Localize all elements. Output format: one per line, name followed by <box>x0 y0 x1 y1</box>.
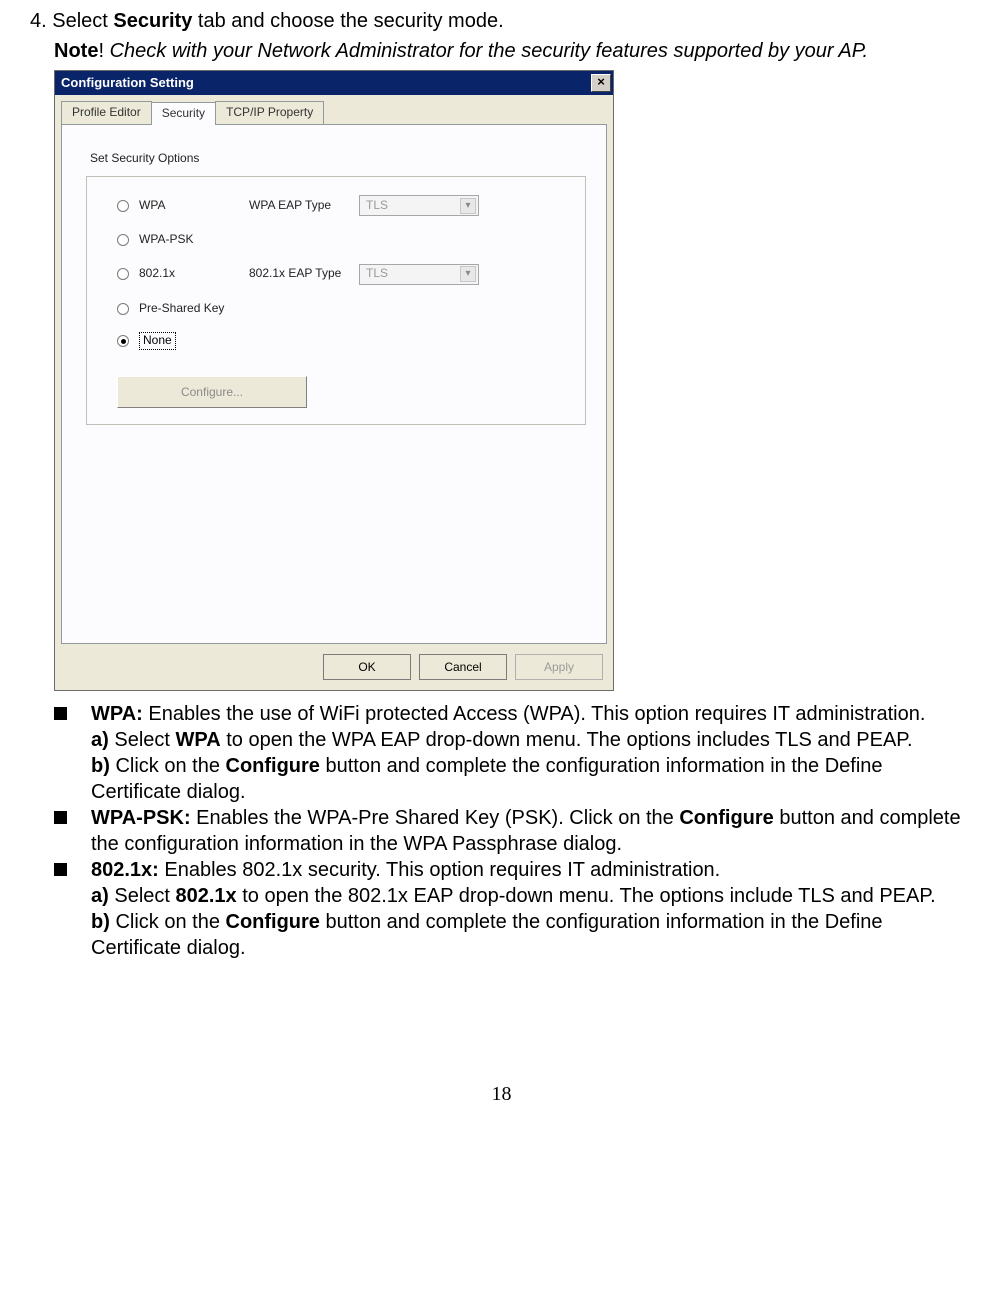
opt-label-none: None <box>139 332 176 350</box>
radio-none[interactable] <box>117 335 129 347</box>
square-bullet-icon <box>54 863 67 876</box>
bullet-wpapsk: WPA-PSK: Enables the WPA-Pre Shared Key … <box>54 805 973 857</box>
step-text-prefix: Select <box>52 10 113 32</box>
tab-strip: Profile Editor Security TCP/IP Property <box>61 101 607 124</box>
dialog-footer: OK Cancel Apply <box>55 644 613 690</box>
group-title: Set Security Options <box>90 151 586 167</box>
option-row-psk: Pre-Shared Key <box>117 301 575 317</box>
wpa-b-strong: Configure <box>226 755 320 777</box>
dialog-title: Configuration Setting <box>61 75 194 92</box>
dot1x-a-bold: a) <box>91 885 109 907</box>
bullet-8021x: 802.1x: Enables 802.1x security. This op… <box>54 857 973 961</box>
config-dialog: Configuration Setting × Profile Editor S… <box>54 70 614 691</box>
dot1x-a-strong: 802.1x <box>176 885 237 907</box>
opt-label-psk: Pre-Shared Key <box>139 301 224 317</box>
combo-wpa-eap[interactable]: TLS ▾ <box>359 195 479 216</box>
note-bold: Note <box>54 40 98 62</box>
option-row-wpa: WPA WPA EAP Type TLS ▾ <box>117 195 575 216</box>
wpapsk-pre: Enables the WPA-Pre Shared Key (PSK). Cl… <box>191 807 680 829</box>
chevron-down-icon: ▾ <box>460 266 476 282</box>
chevron-down-icon: ▾ <box>460 198 476 214</box>
square-bullet-icon <box>54 707 67 720</box>
tab-security[interactable]: Security <box>151 102 216 125</box>
wpa-b-bold: b) <box>91 755 110 777</box>
option-row-8021x: 802.1x 802.1x EAP Type TLS ▾ <box>117 264 575 285</box>
note-italic: Check with your Network Administrator fo… <box>110 40 868 62</box>
ok-button[interactable]: OK <box>323 654 411 680</box>
eap-label-wpa: WPA EAP Type <box>249 198 349 214</box>
opt-label-8021x: 802.1x <box>139 266 239 282</box>
page-number: 18 <box>30 1081 973 1107</box>
configure-button[interactable]: Configure... <box>117 376 307 408</box>
eap-label-8021x: 802.1x EAP Type <box>249 266 349 282</box>
step-4-note: Note! Check with your Network Administra… <box>54 38 973 64</box>
dot1x-b-bold: b) <box>91 911 110 933</box>
radio-wpa[interactable] <box>117 200 129 212</box>
combo-wpa-value: TLS <box>366 198 388 214</box>
tab-panel-security: Set Security Options WPA WPA EAP Type TL… <box>61 124 607 644</box>
option-row-wpapsk: WPA-PSK <box>117 232 575 248</box>
dot1x-b-pre: Click on the <box>110 911 226 933</box>
option-row-none: None <box>117 332 575 350</box>
dot1x-text: Enables 802.1x security. This option req… <box>159 859 720 881</box>
combo-8021x-eap[interactable]: TLS ▾ <box>359 264 479 285</box>
step-4-line-1: 4. Select Security tab and choose the se… <box>30 8 973 34</box>
wpa-a-post: to open the WPA EAP drop-down menu. The … <box>221 729 913 751</box>
bullet-wpa: WPA: Enables the use of WiFi protected A… <box>54 701 973 805</box>
apply-button[interactable]: Apply <box>515 654 603 680</box>
combo-8021x-value: TLS <box>366 266 388 282</box>
dot1x-a-post: to open the 802.1x EAP drop-down menu. T… <box>237 885 936 907</box>
opt-label-wpapsk: WPA-PSK <box>139 232 239 248</box>
dot1x-b-strong: Configure <box>226 911 320 933</box>
wpa-text: Enables the use of WiFi protected Access… <box>143 703 926 725</box>
opt-label-wpa: WPA <box>139 198 239 214</box>
wpa-a-pre: Select <box>109 729 176 751</box>
note-excl: ! <box>98 40 109 62</box>
step-number: 4. <box>30 10 47 32</box>
configure-wrap: Configure... <box>117 376 575 408</box>
wpa-heading: WPA: <box>91 703 143 725</box>
tab-profile-editor[interactable]: Profile Editor <box>61 101 152 124</box>
wpapsk-strong: Configure <box>679 807 773 829</box>
dot1x-a-pre: Select <box>109 885 176 907</box>
step-text-suffix: tab and choose the security mode. <box>192 10 503 32</box>
close-button[interactable]: × <box>591 74 611 92</box>
dialog-body: Profile Editor Security TCP/IP Property … <box>55 95 613 644</box>
titlebar: Configuration Setting × <box>55 71 613 95</box>
wpapsk-heading: WPA-PSK: <box>91 807 191 829</box>
step-security-bold: Security <box>113 10 192 32</box>
security-options-group: WPA WPA EAP Type TLS ▾ WPA-PSK 802.1x 80… <box>86 176 586 425</box>
description-block: WPA: Enables the use of WiFi protected A… <box>54 701 973 961</box>
tab-tcpip[interactable]: TCP/IP Property <box>215 101 324 124</box>
wpa-a-strong: WPA <box>176 729 221 751</box>
radio-wpapsk[interactable] <box>117 234 129 246</box>
radio-8021x[interactable] <box>117 268 129 280</box>
cancel-button[interactable]: Cancel <box>419 654 507 680</box>
radio-psk[interactable] <box>117 303 129 315</box>
wpa-b-pre: Click on the <box>110 755 226 777</box>
dot1x-heading: 802.1x: <box>91 859 159 881</box>
wpa-a-bold: a) <box>91 729 109 751</box>
square-bullet-icon <box>54 811 67 824</box>
